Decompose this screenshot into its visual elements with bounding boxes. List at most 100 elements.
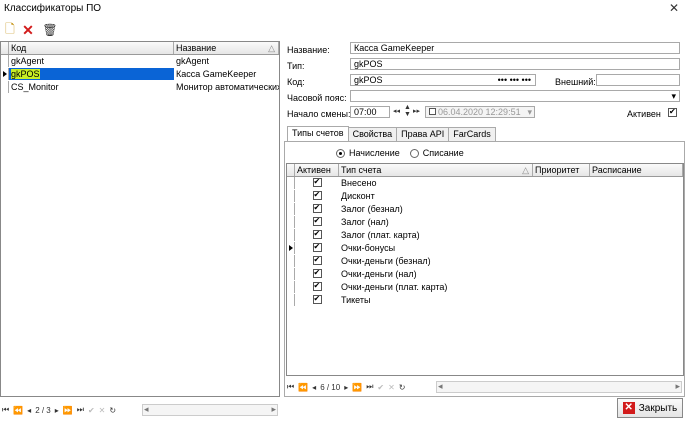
delete-icon[interactable]: ✕ — [20, 22, 36, 38]
col-header-priority[interactable]: Приоритет — [533, 164, 590, 176]
table-row[interactable]: Очки-бонусы — [287, 242, 683, 255]
first-icon[interactable]: ⏮ — [2, 405, 9, 415]
toolbar: 🗋 ✕ 🗑 — [0, 20, 80, 40]
cell-active — [295, 294, 339, 306]
next-page-icon[interactable]: ⏩ — [63, 406, 73, 415]
shift-date-field[interactable]: 06.04.2020 12:29:51 ▾ — [425, 106, 535, 118]
tab-api-rights[interactable]: Права API — [396, 127, 450, 141]
cell-active — [295, 203, 339, 215]
col-header-name-label: Название — [176, 43, 217, 53]
trash-icon[interactable]: 🗑 — [42, 22, 58, 38]
row-active-checkbox[interactable] — [312, 268, 322, 278]
table-row[interactable]: Дисконт — [287, 190, 683, 203]
current-row-indicator — [1, 68, 9, 80]
row-active-checkbox[interactable] — [312, 294, 322, 304]
table-row[interactable]: Залог (плат. карта) — [287, 229, 683, 242]
table-row[interactable]: CS_Monitor Монитор автоматических — [1, 81, 279, 94]
close-button[interactable]: ✕ Закрыть — [617, 398, 683, 418]
row-active-checkbox[interactable] — [312, 255, 322, 265]
code-field[interactable]: gkPOS ••• ••• ••• — [350, 74, 536, 86]
new-record-icon[interactable]: 🗋 — [2, 22, 18, 38]
next-icon[interactable]: ▸ — [344, 383, 348, 392]
table-row[interactable]: gkAgent gkAgent — [1, 55, 279, 68]
row-active-checkbox[interactable] — [312, 203, 322, 213]
row-active-checkbox[interactable] — [312, 281, 322, 291]
row-indicator — [287, 268, 295, 280]
cell-priority — [533, 177, 590, 189]
cell-schedule — [590, 190, 683, 202]
refresh-icon[interactable]: ↻ — [399, 383, 406, 392]
row-active-checkbox[interactable] — [312, 229, 322, 239]
table-row[interactable]: Тикеты — [287, 294, 683, 307]
accrual-radio[interactable] — [336, 148, 345, 158]
active-checkbox[interactable] — [668, 107, 677, 117]
first-icon[interactable]: ⏮ — [287, 382, 294, 392]
cell-name: gkAgent — [176, 56, 210, 66]
row-active-checkbox[interactable] — [312, 177, 322, 187]
time-spin-prev-icon[interactable]: ◂◂ — [393, 107, 400, 115]
table-row-selected[interactable]: gkPOS Касса GameKeeper — [1, 68, 279, 81]
name-field[interactable]: Касса GameKeeper — [350, 42, 680, 54]
last-icon[interactable]: ⏭ — [366, 382, 373, 392]
tab-properties[interactable]: Свойства — [347, 127, 398, 141]
row-active-checkbox[interactable] — [312, 190, 322, 200]
tabs: Типы счетов Свойства Права API FarCards — [287, 126, 496, 141]
cell-active — [295, 281, 339, 293]
col-header-name[interactable]: Название △ — [174, 42, 279, 54]
timezone-select[interactable]: ▾ — [350, 90, 680, 102]
next-icon[interactable]: ▸ — [55, 406, 59, 415]
tab-account-types[interactable]: Типы счетов — [287, 126, 349, 141]
prior-page-icon[interactable]: ⏪ — [298, 383, 308, 392]
external-label: Внешний: — [555, 77, 596, 87]
cell-code: CS_Monitor — [11, 82, 59, 92]
last-icon[interactable]: ⏭ — [77, 405, 84, 415]
col-header-code[interactable]: Код — [9, 42, 174, 54]
col-header-type[interactable]: Тип счета △ — [339, 164, 533, 176]
table-row[interactable]: Очки-деньги (плат. карта) — [287, 281, 683, 294]
table-row[interactable]: Очки-деньги (безнал) — [287, 255, 683, 268]
cell-account-type: Тикеты — [341, 295, 371, 305]
time-spin-next-icon[interactable]: ▸▸ — [413, 107, 420, 115]
post-icon[interactable]: ✔ — [88, 406, 95, 415]
table-row[interactable]: Очки-деньги (нал) — [287, 268, 683, 281]
cell-account-type: Внесено — [341, 178, 377, 188]
active-label: Активен — [627, 109, 661, 119]
prior-page-icon[interactable]: ⏪ — [13, 406, 23, 415]
cell-account-type: Дисконт — [341, 191, 375, 201]
date-enable-checkbox[interactable] — [429, 108, 436, 115]
time-spin-updown-icon[interactable]: ▲ ▼ — [404, 104, 411, 118]
grid-header: Код Название △ — [1, 42, 279, 55]
refresh-icon[interactable]: ↻ — [109, 406, 116, 415]
row-active-checkbox[interactable] — [312, 216, 322, 226]
shift-time-field[interactable]: 07:00 — [350, 106, 390, 118]
next-page-icon[interactable]: ⏩ — [352, 383, 362, 392]
cancel-icon[interactable]: ✕ — [388, 383, 395, 392]
col-header-schedule[interactable]: Расписание — [590, 164, 683, 176]
cell-priority — [533, 242, 590, 254]
cancel-icon[interactable]: ✕ — [99, 406, 106, 415]
accounts-hscroll[interactable] — [436, 381, 682, 393]
close-icon[interactable]: ✕ — [669, 1, 679, 15]
col-header-active[interactable]: Активен — [295, 164, 339, 176]
classifiers-grid[interactable]: Код Название △ gkAgent gkAgent gkPOS Кас… — [0, 41, 280, 397]
account-types-grid[interactable]: Активен Тип счета △ Приоритет Расписание… — [286, 163, 684, 376]
row-active-checkbox[interactable] — [312, 242, 322, 252]
shift-start-label: Начало смены: — [287, 109, 351, 119]
left-hscroll[interactable] — [142, 404, 278, 416]
table-row[interactable]: Внесено — [287, 177, 683, 190]
tab-farcards[interactable]: FarCards — [448, 127, 496, 141]
cell-schedule — [590, 177, 683, 189]
prior-icon[interactable]: ◂ — [27, 406, 31, 415]
post-icon[interactable]: ✔ — [377, 383, 384, 392]
table-row[interactable]: Залог (безнал) — [287, 203, 683, 216]
table-row[interactable]: Залог (нал) — [287, 216, 683, 229]
chevron-down-icon[interactable]: ▾ — [671, 91, 676, 101]
cell-schedule — [590, 294, 683, 306]
row-indicator — [287, 203, 295, 215]
writeoff-radio[interactable] — [409, 148, 419, 158]
prior-icon[interactable]: ◂ — [312, 383, 316, 392]
type-field[interactable]: gkPOS — [350, 58, 680, 70]
date-dropdown-icon[interactable]: ▾ — [527, 107, 532, 117]
cell-name: Монитор автоматических — [176, 82, 279, 92]
external-field[interactable] — [596, 74, 680, 86]
